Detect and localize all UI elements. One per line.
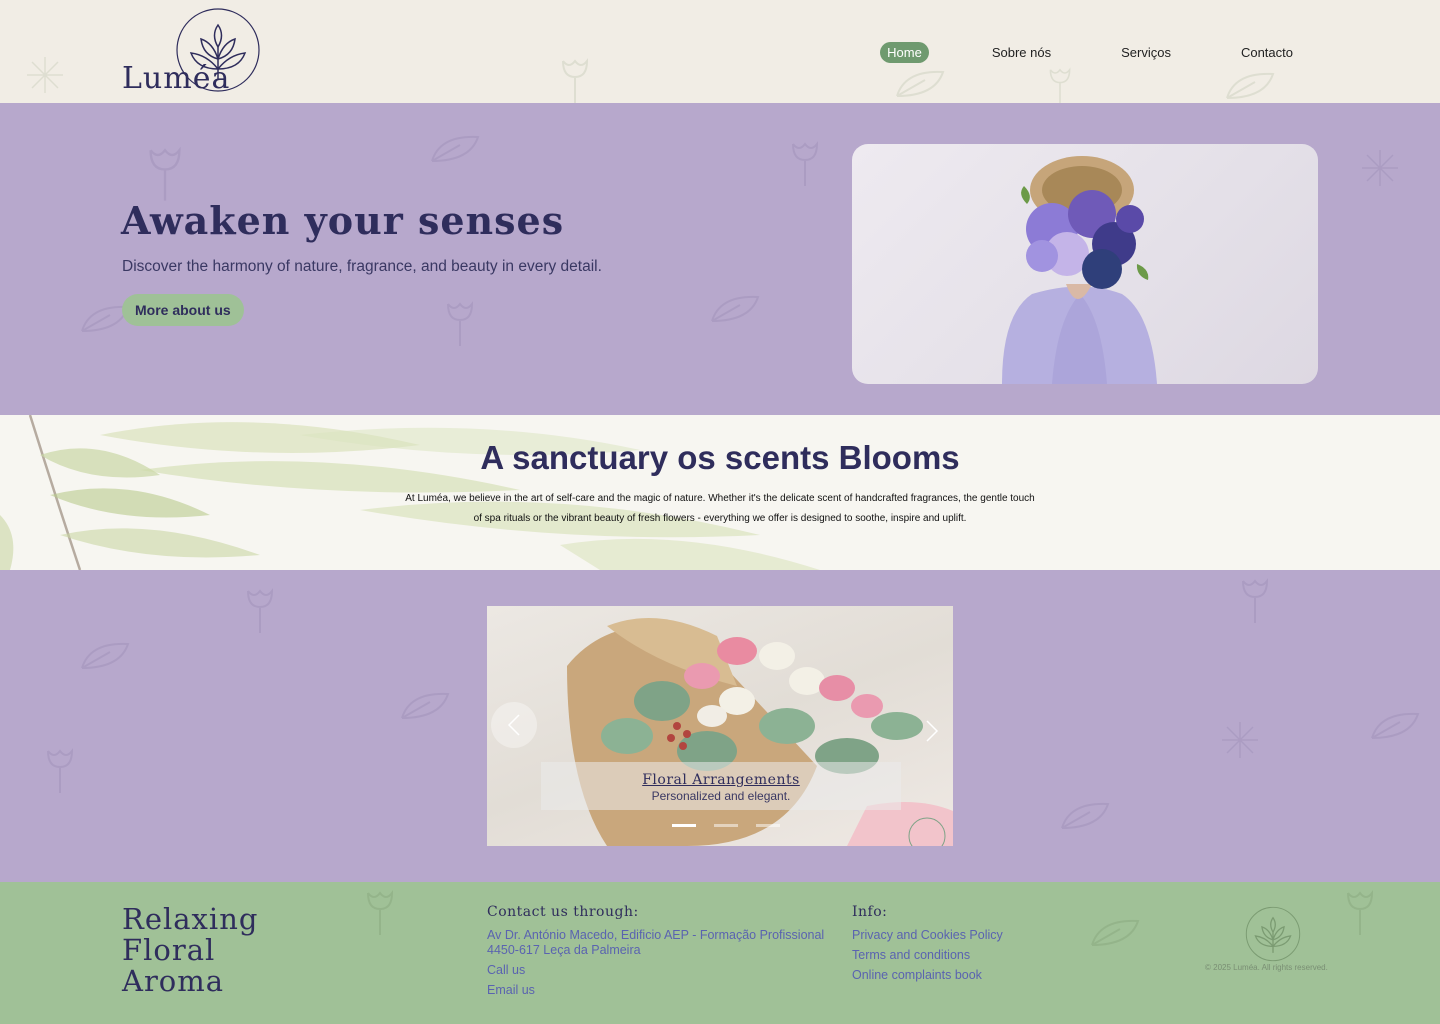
woman-flowers-illustration (1002, 156, 1157, 384)
leaf-decoration-icon (711, 295, 760, 322)
hero-section: Awaken your senses Discover the harmony … (0, 103, 1440, 415)
nav-sobre-nos[interactable]: Sobre nós (985, 42, 1058, 63)
carousel-prev-button[interactable] (491, 702, 537, 748)
chevron-left-icon (507, 714, 520, 736)
more-about-us-button[interactable]: More about us (122, 294, 244, 326)
site-header: Luméa Home Sobre nós Serviços Contacto (0, 0, 1440, 103)
privacy-policy-link[interactable]: Privacy and Cookies Policy (852, 928, 1003, 943)
leaf-decoration-icon (1091, 919, 1140, 946)
about-text: At Luméa, we believe in the art of self-… (405, 493, 1035, 524)
brand-name: Luméa (122, 61, 231, 96)
tulip-decoration-icon (1049, 67, 1071, 103)
sparkle-decoration-icon (1362, 150, 1398, 186)
tulip-decoration-icon (447, 301, 474, 346)
bouquet-illustration (567, 618, 953, 846)
brand-logo[interactable]: Luméa (120, 5, 265, 97)
tulip-decoration-icon (1242, 578, 1269, 623)
email-us-link[interactable]: Email us (487, 983, 824, 998)
carousel-next-button[interactable] (909, 708, 953, 754)
nav-servicos[interactable]: Serviços (1114, 42, 1178, 63)
leaf-decoration-icon (81, 642, 130, 669)
tulip-decoration-icon (1347, 890, 1374, 935)
tagline-line-3: Aroma (122, 964, 225, 998)
call-us-link[interactable]: Call us (487, 963, 824, 978)
leaf-decoration-icon (431, 135, 480, 162)
tulip-decoration-icon (149, 146, 181, 201)
tagline-line-2: Floral (122, 933, 216, 967)
leaf-decoration-icon (1061, 802, 1110, 829)
footer-info: Info: Privacy and Cookies Policy Terms a… (852, 904, 1003, 988)
info-heading: Info: (852, 904, 888, 920)
carousel-section: Floral Arrangements Personalized and ele… (0, 570, 1440, 882)
main-nav: Home Sobre nós Serviços Contacto (880, 42, 1300, 63)
sparkle-decoration-icon (1222, 722, 1258, 758)
footer-tagline: Relaxing Floral Aroma (122, 904, 258, 997)
slide-title-link[interactable]: Floral Arrangements (541, 772, 901, 788)
tulip-decoration-icon (247, 588, 274, 633)
slide-subtitle: Personalized and elegant. (651, 789, 791, 803)
sparkle-decoration-icon (27, 57, 63, 93)
tulip-decoration-icon (792, 141, 819, 186)
leaf-decoration-icon (401, 692, 450, 719)
site-footer: Relaxing Floral Aroma Contact us through… (0, 882, 1440, 1024)
about-title: A sanctuary os scents Blooms (480, 439, 960, 476)
address-line-2[interactable]: 4450-617 Leça da Palmeira (487, 943, 824, 958)
nav-home[interactable]: Home (880, 42, 929, 63)
terms-link[interactable]: Terms and conditions (852, 948, 1003, 963)
tulip-decoration-icon (47, 748, 74, 793)
leaf-decoration-icon (896, 70, 945, 97)
leaf-decoration-icon (1371, 712, 1420, 739)
footer-contact: Contact us through: Av Dr. António Maced… (487, 904, 824, 1003)
tulip-decoration-icon (562, 58, 589, 103)
address-line-1[interactable]: Av Dr. António Macedo, Edificio AEP - Fo… (487, 928, 824, 943)
contact-heading: Contact us through: (487, 904, 639, 920)
complaints-book-link[interactable]: Online complaints book (852, 968, 1003, 983)
footer-lotus-logo-icon (1245, 906, 1301, 962)
carousel-dot-1[interactable] (672, 824, 696, 827)
hero-image-woman-with-flowers (852, 144, 1318, 384)
chevron-right-icon (926, 720, 939, 742)
copyright-text: © 2025 Luméa. All rights reserved. (1205, 963, 1328, 972)
hero-title: Awaken your senses (121, 198, 565, 243)
carousel-indicators (672, 824, 780, 827)
tagline-line-1: Relaxing (122, 902, 259, 936)
tulip-decoration-icon (367, 890, 394, 935)
hero-subtitle: Discover the harmony of nature, fragranc… (122, 258, 602, 275)
about-band: A sanctuary os scents Blooms At Luméa, w… (0, 415, 1440, 570)
nav-contacto[interactable]: Contacto (1234, 42, 1300, 63)
image-carousel[interactable]: Floral Arrangements Personalized and ele… (487, 606, 953, 846)
carousel-dot-2[interactable] (714, 824, 738, 827)
leaf-decoration-icon (1226, 72, 1275, 99)
carousel-dot-3[interactable] (756, 824, 780, 827)
slide-caption: Floral Arrangements Personalized and ele… (541, 762, 901, 810)
